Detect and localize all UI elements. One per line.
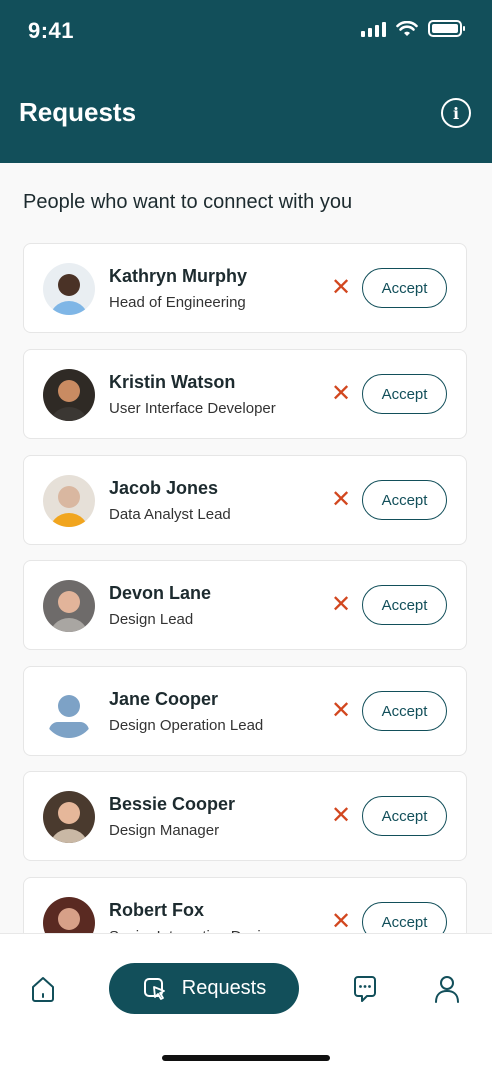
section-subtitle: People who want to connect with you [23, 191, 353, 213]
reject-icon[interactable]: ✕ [329, 697, 353, 725]
request-name: Kathryn Murphy [109, 266, 248, 286]
requests-list-area[interactable]: People who want to connect with you Kath… [0, 163, 492, 933]
accept-button[interactable]: Accept [362, 691, 447, 731]
wifi-icon [396, 20, 418, 36]
request-card: Jane Cooper Design Operation Lead ✕ Acce… [23, 666, 467, 756]
status-bar: 9:41 [0, 0, 492, 62]
request-role: Head of Engineering [109, 294, 246, 311]
accept-button[interactable]: Accept [362, 480, 447, 520]
info-icon[interactable]: i [441, 98, 471, 128]
requests-icon [143, 977, 165, 1000]
accept-button[interactable]: Accept [362, 902, 447, 933]
request-role: User Interface Developer [109, 400, 276, 417]
reject-icon[interactable]: ✕ [329, 380, 353, 408]
avatar [43, 369, 95, 421]
battery-icon [428, 20, 465, 37]
request-card: Robert Fox Senior Interaction Designer ✕… [23, 877, 467, 933]
request-card: Bessie Cooper Design Manager ✕ Accept [23, 771, 467, 861]
avatar [43, 580, 95, 632]
request-name: Bessie Cooper [109, 794, 236, 814]
request-card: Jacob Jones Data Analyst Lead ✕ Accept [23, 455, 467, 545]
request-role: Design Lead [109, 611, 194, 628]
accept-button[interactable]: Accept [362, 585, 447, 625]
request-card: Devon Lane Design Lead ✕ Accept [23, 560, 467, 650]
avatar [43, 897, 95, 933]
request-card: Kathryn Murphy Head of Engineering ✕ Acc… [23, 243, 467, 333]
avatar-placeholder [43, 686, 95, 738]
accept-button[interactable]: Accept [362, 268, 447, 308]
tab-requests-label: Requests [181, 977, 267, 999]
reject-icon[interactable]: ✕ [329, 486, 353, 514]
request-role: Design Operation Lead [109, 717, 264, 734]
request-name: Jacob Jones [109, 478, 219, 498]
reject-icon[interactable]: ✕ [329, 802, 353, 830]
request-name: Devon Lane [109, 583, 212, 603]
request-name: Jane Cooper [109, 689, 219, 709]
profile-icon[interactable] [432, 974, 462, 1004]
avatar [43, 791, 95, 843]
home-indicator [162, 1055, 330, 1061]
reject-icon[interactable]: ✕ [329, 591, 353, 619]
request-name: Robert Fox [109, 900, 205, 920]
request-card: Kristin Watson User Interface Developer … [23, 349, 467, 439]
accept-button[interactable]: Accept [362, 796, 447, 836]
avatar [43, 475, 95, 527]
chat-icon[interactable] [350, 974, 380, 1004]
tab-requests[interactable]: Requests [109, 963, 299, 1014]
status-icons [361, 20, 465, 37]
signal-icon [361, 21, 386, 37]
accept-button[interactable]: Accept [362, 374, 447, 414]
bottom-tab-bar: Requests [0, 933, 492, 1071]
request-name: Kristin Watson [109, 372, 236, 392]
avatar [43, 263, 95, 315]
app-header: 9:41 Requests i [0, 0, 492, 163]
request-role: Design Manager [109, 822, 220, 839]
status-time: 9:41 [28, 18, 75, 43]
page-title: Requests [19, 97, 137, 127]
reject-icon[interactable]: ✕ [329, 908, 353, 933]
request-role: Data Analyst Lead [109, 506, 231, 523]
reject-icon[interactable]: ✕ [329, 274, 353, 302]
home-icon[interactable] [28, 974, 58, 1004]
